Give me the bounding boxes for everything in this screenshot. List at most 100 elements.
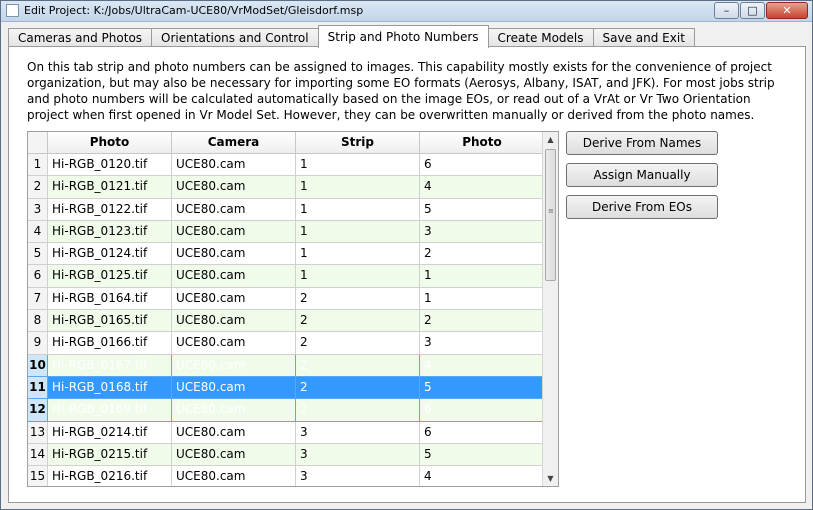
cell-photo-number[interactable]: 6 — [420, 399, 545, 422]
table-row[interactable]: 3 Hi-RGB_0122.tif UCE80.cam 1 5 — [28, 198, 545, 221]
cell-photo-number[interactable]: 2 — [420, 243, 545, 266]
tab-save-and-exit[interactable]: Save and Exit — [592, 28, 695, 48]
vertical-scrollbar[interactable]: ▲ ≡ ▼ — [542, 132, 558, 486]
row-number[interactable]: 10 — [28, 354, 48, 377]
cell-strip[interactable]: 2 — [296, 354, 420, 377]
cell-strip[interactable]: 2 — [296, 287, 420, 311]
row-number[interactable]: 7 — [28, 287, 48, 311]
cell-photo[interactable]: Hi-RGB_0123.tif — [48, 220, 172, 244]
cell-photo[interactable]: Hi-RGB_0165.tif — [48, 310, 172, 333]
tab-strip-and-photo-numbers[interactable]: Strip and Photo Numbers — [317, 25, 489, 48]
cell-camera[interactable]: UCE80.cam — [172, 154, 296, 177]
row-number[interactable]: 4 — [28, 220, 48, 244]
title-bar[interactable]: Edit Project: K:/Jobs/UltraCam-UCE80/VrM… — [1, 1, 812, 22]
table-row[interactable]: 6 Hi-RGB_0125.tif UCE80.cam 1 1 — [28, 265, 545, 288]
row-number[interactable]: 2 — [28, 176, 48, 199]
row-number[interactable]: 12 — [28, 399, 48, 422]
cell-photo[interactable]: Hi-RGB_0125.tif — [48, 265, 172, 288]
cell-camera[interactable]: UCE80.cam — [172, 466, 296, 486]
cell-photo[interactable]: Hi-RGB_0168.tif — [48, 376, 172, 400]
cell-photo[interactable]: Hi-RGB_0121.tif — [48, 176, 172, 199]
cell-strip[interactable]: 2 — [296, 399, 420, 422]
row-number[interactable]: 5 — [28, 243, 48, 266]
table-row[interactable]: 2 Hi-RGB_0121.tif UCE80.cam 1 4 — [28, 176, 545, 199]
cell-camera[interactable]: UCE80.cam — [172, 220, 296, 244]
cell-photo-number[interactable]: 3 — [420, 220, 545, 244]
cell-photo[interactable]: Hi-RGB_0214.tif — [48, 421, 172, 444]
scroll-up-icon[interactable]: ▲ — [543, 132, 558, 147]
cell-photo-number[interactable]: 6 — [420, 421, 545, 444]
column-header-strip[interactable]: Strip — [296, 132, 420, 154]
cell-photo-number[interactable]: 3 — [420, 332, 545, 355]
row-number[interactable]: 9 — [28, 332, 48, 355]
cell-strip[interactable]: 1 — [296, 198, 420, 221]
row-number[interactable]: 6 — [28, 265, 48, 288]
tab-orientations-and-control[interactable]: Orientations and Control — [151, 28, 319, 48]
cell-photo[interactable]: Hi-RGB_0122.tif — [48, 198, 172, 221]
cell-camera[interactable]: UCE80.cam — [172, 265, 296, 288]
close-button[interactable]: ✕ — [766, 2, 808, 19]
row-number[interactable]: 15 — [28, 466, 48, 486]
cell-photo-number[interactable]: 2 — [420, 310, 545, 333]
cell-camera[interactable]: UCE80.cam — [172, 354, 296, 377]
cell-strip[interactable]: 1 — [296, 176, 420, 199]
cell-strip[interactable]: 3 — [296, 466, 420, 486]
assign-manually-button[interactable]: Assign Manually — [566, 163, 718, 187]
cell-photo[interactable]: Hi-RGB_0167.tif — [48, 354, 172, 377]
cell-photo[interactable]: Hi-RGB_0215.tif — [48, 443, 172, 467]
cell-camera[interactable]: UCE80.cam — [172, 376, 296, 400]
row-number[interactable]: 14 — [28, 443, 48, 467]
table-row[interactable]: 10 Hi-RGB_0167.tif UCE80.cam 2 4 — [28, 354, 545, 377]
cell-photo[interactable]: Hi-RGB_0120.tif — [48, 154, 172, 177]
row-number[interactable]: 1 — [28, 154, 48, 177]
row-number[interactable]: 13 — [28, 421, 48, 444]
cell-photo-number[interactable]: 4 — [420, 466, 545, 486]
table-row[interactable]: 14 Hi-RGB_0215.tif UCE80.cam 3 5 — [28, 443, 545, 467]
cell-photo-number[interactable]: 4 — [420, 176, 545, 199]
cell-photo-number[interactable]: 1 — [420, 265, 545, 288]
scroll-thumb[interactable]: ≡ — [545, 149, 556, 281]
cell-photo[interactable]: Hi-RGB_0169.tif — [48, 399, 172, 422]
cell-photo[interactable]: Hi-RGB_0216.tif — [48, 466, 172, 486]
header-corner[interactable] — [28, 132, 48, 154]
cell-strip[interactable]: 1 — [296, 243, 420, 266]
cell-photo-number[interactable]: 4 — [420, 354, 545, 377]
tab-cameras-and-photos[interactable]: Cameras and Photos — [8, 28, 153, 48]
cell-strip[interactable]: 2 — [296, 332, 420, 355]
row-number[interactable]: 11 — [28, 376, 48, 400]
cell-strip[interactable]: 3 — [296, 443, 420, 467]
strip-photo-table[interactable]: Photo Camera Strip Photo 1 Hi-RGB_0120.ti… — [27, 131, 559, 487]
table-row[interactable]: 9 Hi-RGB_0166.tif UCE80.cam 2 3 — [28, 332, 545, 355]
scroll-down-icon[interactable]: ▼ — [543, 471, 558, 486]
column-header-camera[interactable]: Camera — [172, 132, 296, 154]
cell-photo[interactable]: Hi-RGB_0164.tif — [48, 287, 172, 311]
cell-photo-number[interactable]: 5 — [420, 198, 545, 221]
column-header-photo[interactable]: Photo — [48, 132, 172, 154]
cell-camera[interactable]: UCE80.cam — [172, 176, 296, 199]
cell-camera[interactable]: UCE80.cam — [172, 310, 296, 333]
cell-strip[interactable]: 1 — [296, 154, 420, 177]
cell-camera[interactable]: UCE80.cam — [172, 443, 296, 467]
table-row[interactable]: 15 Hi-RGB_0216.tif UCE80.cam 3 4 — [28, 466, 545, 486]
cell-strip[interactable]: 2 — [296, 310, 420, 333]
table-row[interactable]: 4 Hi-RGB_0123.tif UCE80.cam 1 3 — [28, 220, 545, 244]
maximize-button[interactable]: □ — [740, 2, 765, 19]
cell-strip[interactable]: 3 — [296, 421, 420, 444]
cell-strip[interactable]: 1 — [296, 265, 420, 288]
row-number[interactable]: 3 — [28, 198, 48, 221]
cell-photo-number[interactable]: 5 — [420, 443, 545, 467]
table-row[interactable]: 11 Hi-RGB_0168.tif UCE80.cam 2 5 — [28, 376, 545, 400]
cell-camera[interactable]: UCE80.cam — [172, 332, 296, 355]
cell-strip[interactable]: 2 — [296, 376, 420, 400]
row-number[interactable]: 8 — [28, 310, 48, 333]
cell-camera[interactable]: UCE80.cam — [172, 287, 296, 311]
minimize-button[interactable]: – — [714, 2, 739, 19]
cell-camera[interactable]: UCE80.cam — [172, 243, 296, 266]
cell-camera[interactable]: UCE80.cam — [172, 421, 296, 444]
table-row[interactable]: 12 Hi-RGB_0169.tif UCE80.cam 2 6 — [28, 399, 545, 422]
cell-photo-number[interactable]: 6 — [420, 154, 545, 177]
table-row[interactable]: 5 Hi-RGB_0124.tif UCE80.cam 1 2 — [28, 243, 545, 266]
derive-from-names-button[interactable]: Derive From Names — [566, 131, 718, 155]
table-row[interactable]: 7 Hi-RGB_0164.tif UCE80.cam 2 1 — [28, 287, 545, 311]
derive-from-eos-button[interactable]: Derive From EOs — [566, 195, 718, 219]
